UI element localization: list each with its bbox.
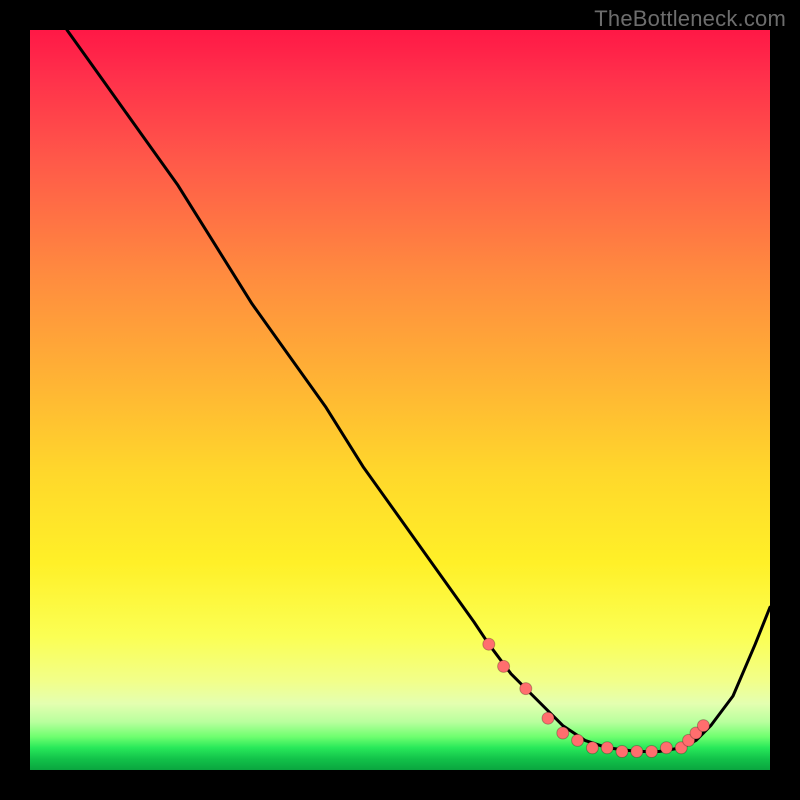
marker-dot — [572, 734, 584, 746]
curve-layer — [30, 30, 770, 770]
highlight-markers — [483, 638, 710, 757]
marker-dot — [542, 712, 554, 724]
marker-dot — [498, 660, 510, 672]
marker-dot — [646, 746, 658, 758]
marker-dot — [616, 746, 628, 758]
marker-dot — [520, 683, 532, 695]
marker-dot — [601, 742, 613, 754]
marker-dot — [660, 742, 672, 754]
marker-dot — [631, 746, 643, 758]
bottleneck-curve — [67, 30, 770, 752]
watermark-text: TheBottleneck.com — [594, 6, 786, 32]
marker-dot — [483, 638, 495, 650]
plot-area — [30, 30, 770, 770]
marker-dot — [557, 727, 569, 739]
chart-stage: TheBottleneck.com — [0, 0, 800, 800]
marker-dot — [586, 742, 598, 754]
marker-dot — [697, 720, 709, 732]
